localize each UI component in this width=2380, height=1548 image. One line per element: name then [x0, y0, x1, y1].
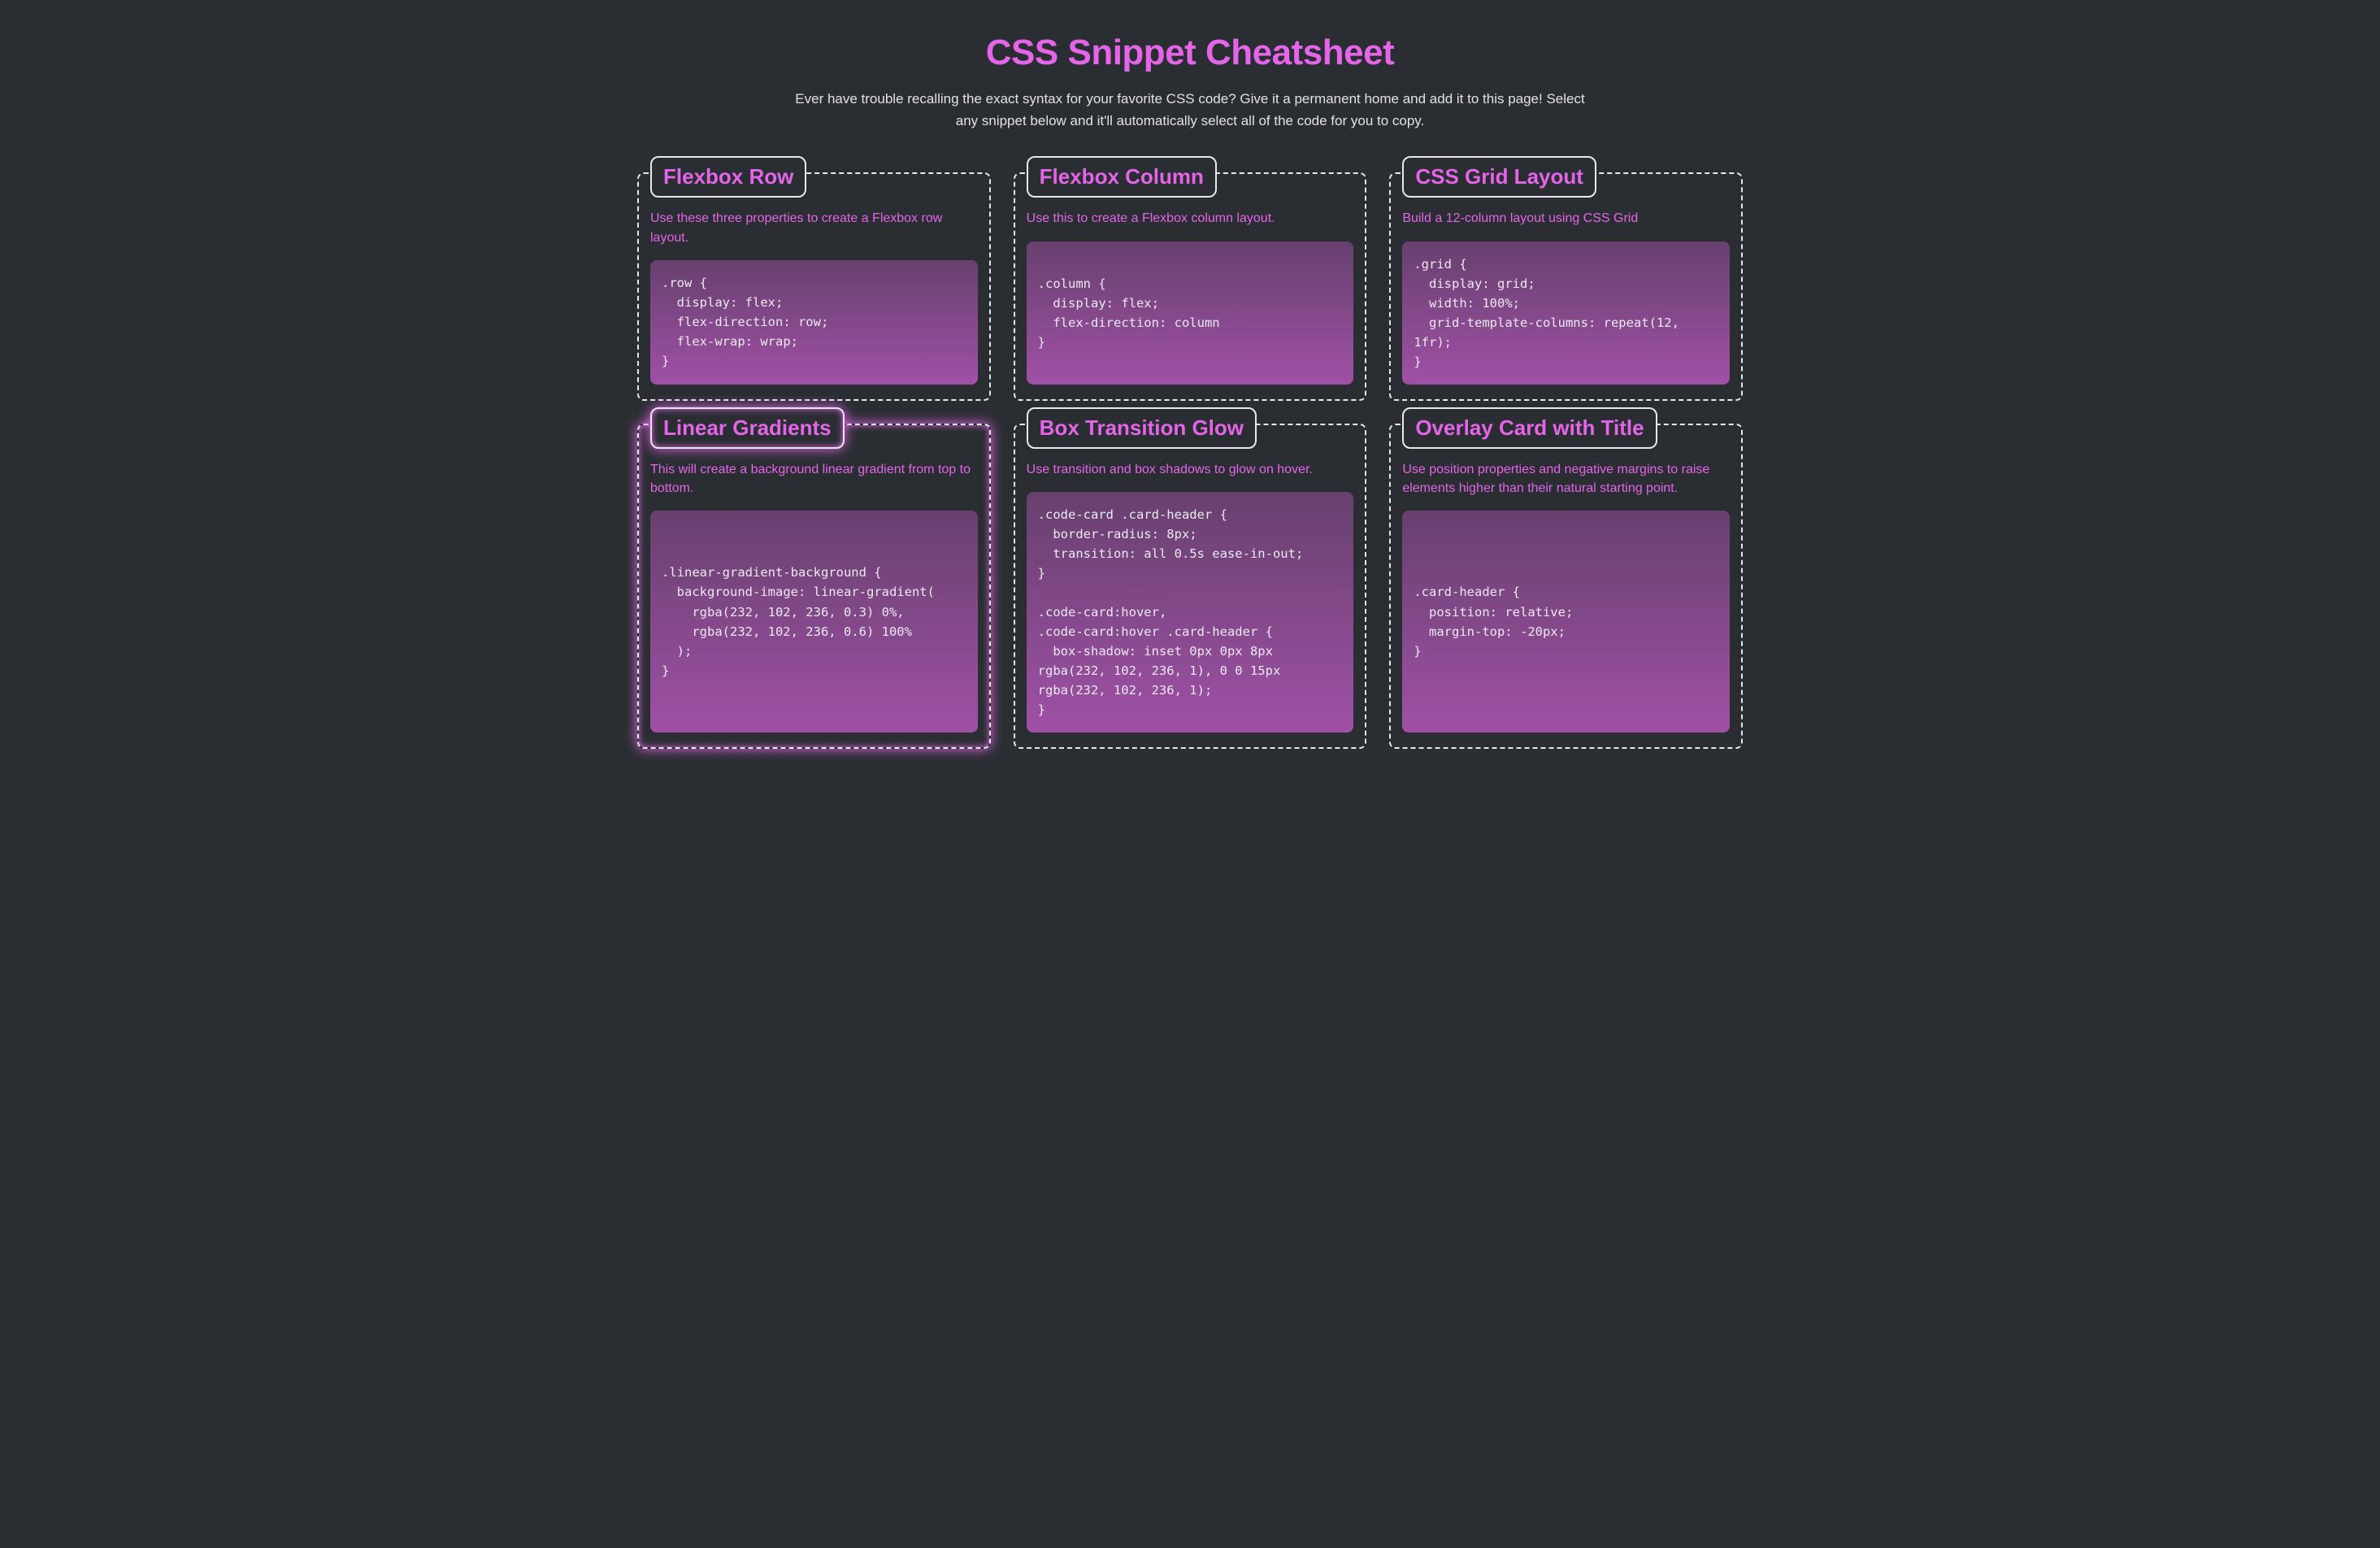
card-description: Use transition and box shadows to glow o… [1027, 460, 1354, 479]
card-title: Overlay Card with Title [1415, 415, 1644, 441]
snippet-card: Flexbox Column Use this to create a Flex… [1014, 172, 1367, 400]
card-header: Flexbox Row [650, 156, 806, 198]
card-title: Linear Gradients [663, 415, 832, 441]
card-description: Use this to create a Flexbox column layo… [1027, 209, 1354, 228]
card-description: Build a 12-column layout using CSS Grid [1402, 209, 1730, 228]
card-description: Use position properties and negative mar… [1402, 460, 1730, 498]
cards-grid: Flexbox Row Use these three properties t… [637, 172, 1743, 749]
code-snippet[interactable]: .card-header { position: relative; margi… [1402, 511, 1730, 733]
page-subtitle: Ever have trouble recalling the exact sy… [784, 88, 1596, 132]
card-title: Flexbox Row [663, 164, 793, 189]
card-header: Flexbox Column [1027, 156, 1217, 198]
code-snippet[interactable]: .code-card .card-header { border-radius:… [1027, 492, 1354, 733]
snippet-card: Overlay Card with Title Use position pro… [1389, 424, 1743, 749]
code-snippet[interactable]: .linear-gradient-background { background… [650, 511, 978, 733]
snippet-card: Box Transition Glow Use transition and b… [1014, 424, 1367, 749]
code-snippet[interactable]: .grid { display: grid; width: 100%; grid… [1402, 241, 1730, 385]
snippet-card: Flexbox Row Use these three properties t… [637, 172, 991, 400]
card-header: Overlay Card with Title [1402, 407, 1657, 449]
card-header: Box Transition Glow [1027, 407, 1257, 449]
card-header: CSS Grid Layout [1402, 156, 1596, 198]
card-description: Use these three properties to create a F… [650, 209, 978, 246]
card-title: Flexbox Column [1040, 164, 1204, 189]
snippet-card: Linear Gradients This will create a back… [637, 424, 991, 749]
card-title: CSS Grid Layout [1415, 164, 1583, 189]
card-description: This will create a background linear gra… [650, 460, 978, 498]
code-snippet[interactable]: .column { display: flex; flex-direction:… [1027, 241, 1354, 385]
card-title: Box Transition Glow [1040, 415, 1244, 441]
page-title: CSS Snippet Cheatsheet [784, 33, 1596, 73]
code-snippet[interactable]: .row { display: flex; flex-direction: ro… [650, 260, 978, 385]
page-header: CSS Snippet Cheatsheet Ever have trouble… [784, 33, 1596, 132]
snippet-card: CSS Grid Layout Build a 12-column layout… [1389, 172, 1743, 400]
card-header: Linear Gradients [650, 407, 845, 449]
